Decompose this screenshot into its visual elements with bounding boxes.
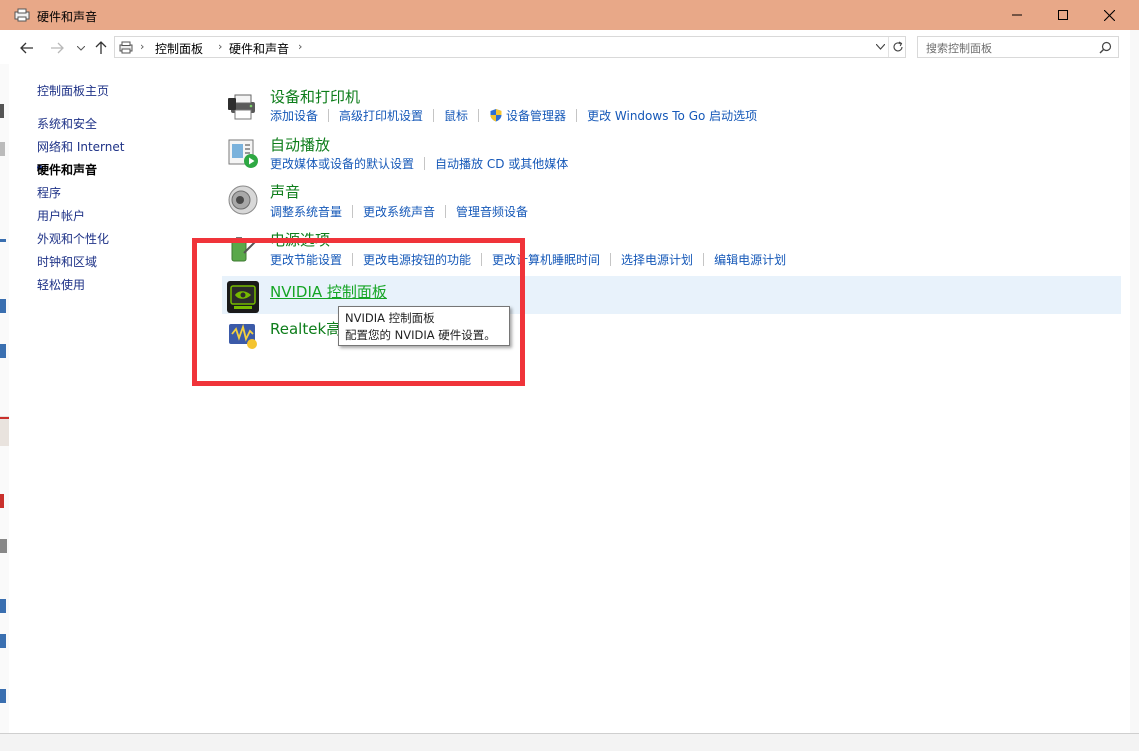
up-arrow-icon <box>95 41 107 54</box>
link-separator <box>478 109 480 122</box>
up-button[interactable] <box>91 38 111 58</box>
chevron-down-icon <box>77 45 85 51</box>
right-scroll-edge <box>1130 30 1139 733</box>
section-title-devices-printers[interactable]: 设备和打印机 <box>270 86 360 107</box>
forward-arrow-icon <box>51 42 64 54</box>
link-advanced-printer-settings[interactable]: 高级打印机设置 <box>339 109 423 123</box>
control-panel-icon <box>119 41 133 54</box>
sidebar-item-user-accounts[interactable]: 用户帐户 <box>37 207 85 224</box>
breadcrumb-separator-icon: › <box>298 40 303 53</box>
refresh-icon <box>893 41 903 52</box>
sidebar-item-network-internet[interactable]: 网络和 Internet <box>37 138 124 155</box>
link-add-device[interactable]: 添加设备 <box>270 109 318 123</box>
link-edit-power-plan[interactable]: 编辑电源计划 <box>714 253 786 267</box>
link-separator <box>703 253 705 266</box>
devices-printers-links: 添加设备 高级打印机设置 鼠标 设备管理器 更改 Windows To Go 启动选项 <box>270 107 757 124</box>
breadcrumb-separator-icon: › <box>140 40 145 53</box>
section-title-sound[interactable]: 声音 <box>270 181 300 202</box>
uac-shield-icon <box>490 109 502 122</box>
breadcrumb-control-panel[interactable]: 控制面板 <box>155 40 203 57</box>
link-separator <box>433 109 435 122</box>
back-button[interactable] <box>17 38 37 58</box>
link-change-default-media-settings[interactable]: 更改媒体或设备的默认设置 <box>270 157 414 171</box>
search-input[interactable] <box>924 39 1098 57</box>
link-device-manager[interactable]: 设备管理器 <box>506 109 566 123</box>
autoplay-icon <box>228 139 258 168</box>
printer-icon <box>228 94 255 120</box>
sidebar-item-clock-region[interactable]: 时钟和区域 <box>37 253 97 270</box>
link-choose-power-plan[interactable]: 选择电源计划 <box>621 253 693 267</box>
link-separator <box>445 205 447 218</box>
link-separator <box>576 109 578 122</box>
title-bar: 硬件和声音 <box>0 0 1139 30</box>
sidebar-item-system-security[interactable]: 系统和安全 <box>37 115 97 132</box>
link-separator <box>328 109 330 122</box>
forward-button[interactable] <box>47 38 67 58</box>
sidebar-item-hardware-sound: 硬件和声音 <box>37 163 98 177</box>
breadcrumb-separator-icon: › <box>218 40 223 53</box>
recent-locations-button[interactable] <box>71 38 91 58</box>
speaker-icon <box>228 185 258 215</box>
background-window-edge <box>0 64 9 734</box>
search-icon[interactable] <box>1099 41 1112 54</box>
sidebar-item-ease-of-access[interactable]: 轻松使用 <box>37 276 85 293</box>
window-title: 硬件和声音 <box>37 10 98 24</box>
background-taskbar-strip <box>0 733 1139 751</box>
maximize-button[interactable] <box>1040 0 1086 30</box>
link-autoplay-cd[interactable]: 自动播放 CD 或其他媒体 <box>435 157 568 171</box>
close-button[interactable] <box>1086 0 1132 30</box>
link-windows-to-go[interactable]: 更改 Windows To Go 启动选项 <box>587 109 757 123</box>
sidebar-item-programs[interactable]: 程序 <box>37 184 61 201</box>
refresh-button[interactable] <box>888 37 907 57</box>
chevron-down-icon <box>875 44 885 50</box>
breadcrumb-hardware-sound[interactable]: 硬件和声音 <box>229 40 289 57</box>
maximize-icon <box>1058 10 1068 20</box>
search-box[interactable] <box>917 36 1119 58</box>
link-adjust-system-volume[interactable]: 调整系统音量 <box>270 205 342 219</box>
link-manage-audio-devices[interactable]: 管理音频设备 <box>456 205 528 219</box>
link-separator <box>610 253 612 266</box>
sidebar-item-control-panel-home[interactable]: 控制面板主页 <box>37 82 109 99</box>
close-icon <box>1103 9 1115 21</box>
link-separator <box>352 205 354 218</box>
link-separator <box>424 157 426 170</box>
sound-links: 调整系统音量 更改系统声音 管理音频设备 <box>270 203 528 220</box>
back-arrow-icon <box>20 42 33 54</box>
link-mouse[interactable]: 鼠标 <box>444 109 468 123</box>
address-dropdown-button[interactable] <box>871 37 889 57</box>
section-title-autoplay[interactable]: 自动播放 <box>270 134 330 155</box>
address-bar[interactable]: › 控制面板 › 硬件和声音 › <box>114 36 906 58</box>
minimize-button[interactable] <box>994 0 1040 30</box>
minimize-icon <box>1012 14 1022 16</box>
autoplay-links: 更改媒体或设备的默认设置 自动播放 CD 或其他媒体 <box>270 155 568 172</box>
sidebar-item-appearance[interactable]: 外观和个性化 <box>37 230 109 247</box>
red-annotation-box <box>192 238 525 386</box>
link-change-system-sounds[interactable]: 更改系统声音 <box>363 205 435 219</box>
control-panel-app-icon <box>14 8 30 22</box>
